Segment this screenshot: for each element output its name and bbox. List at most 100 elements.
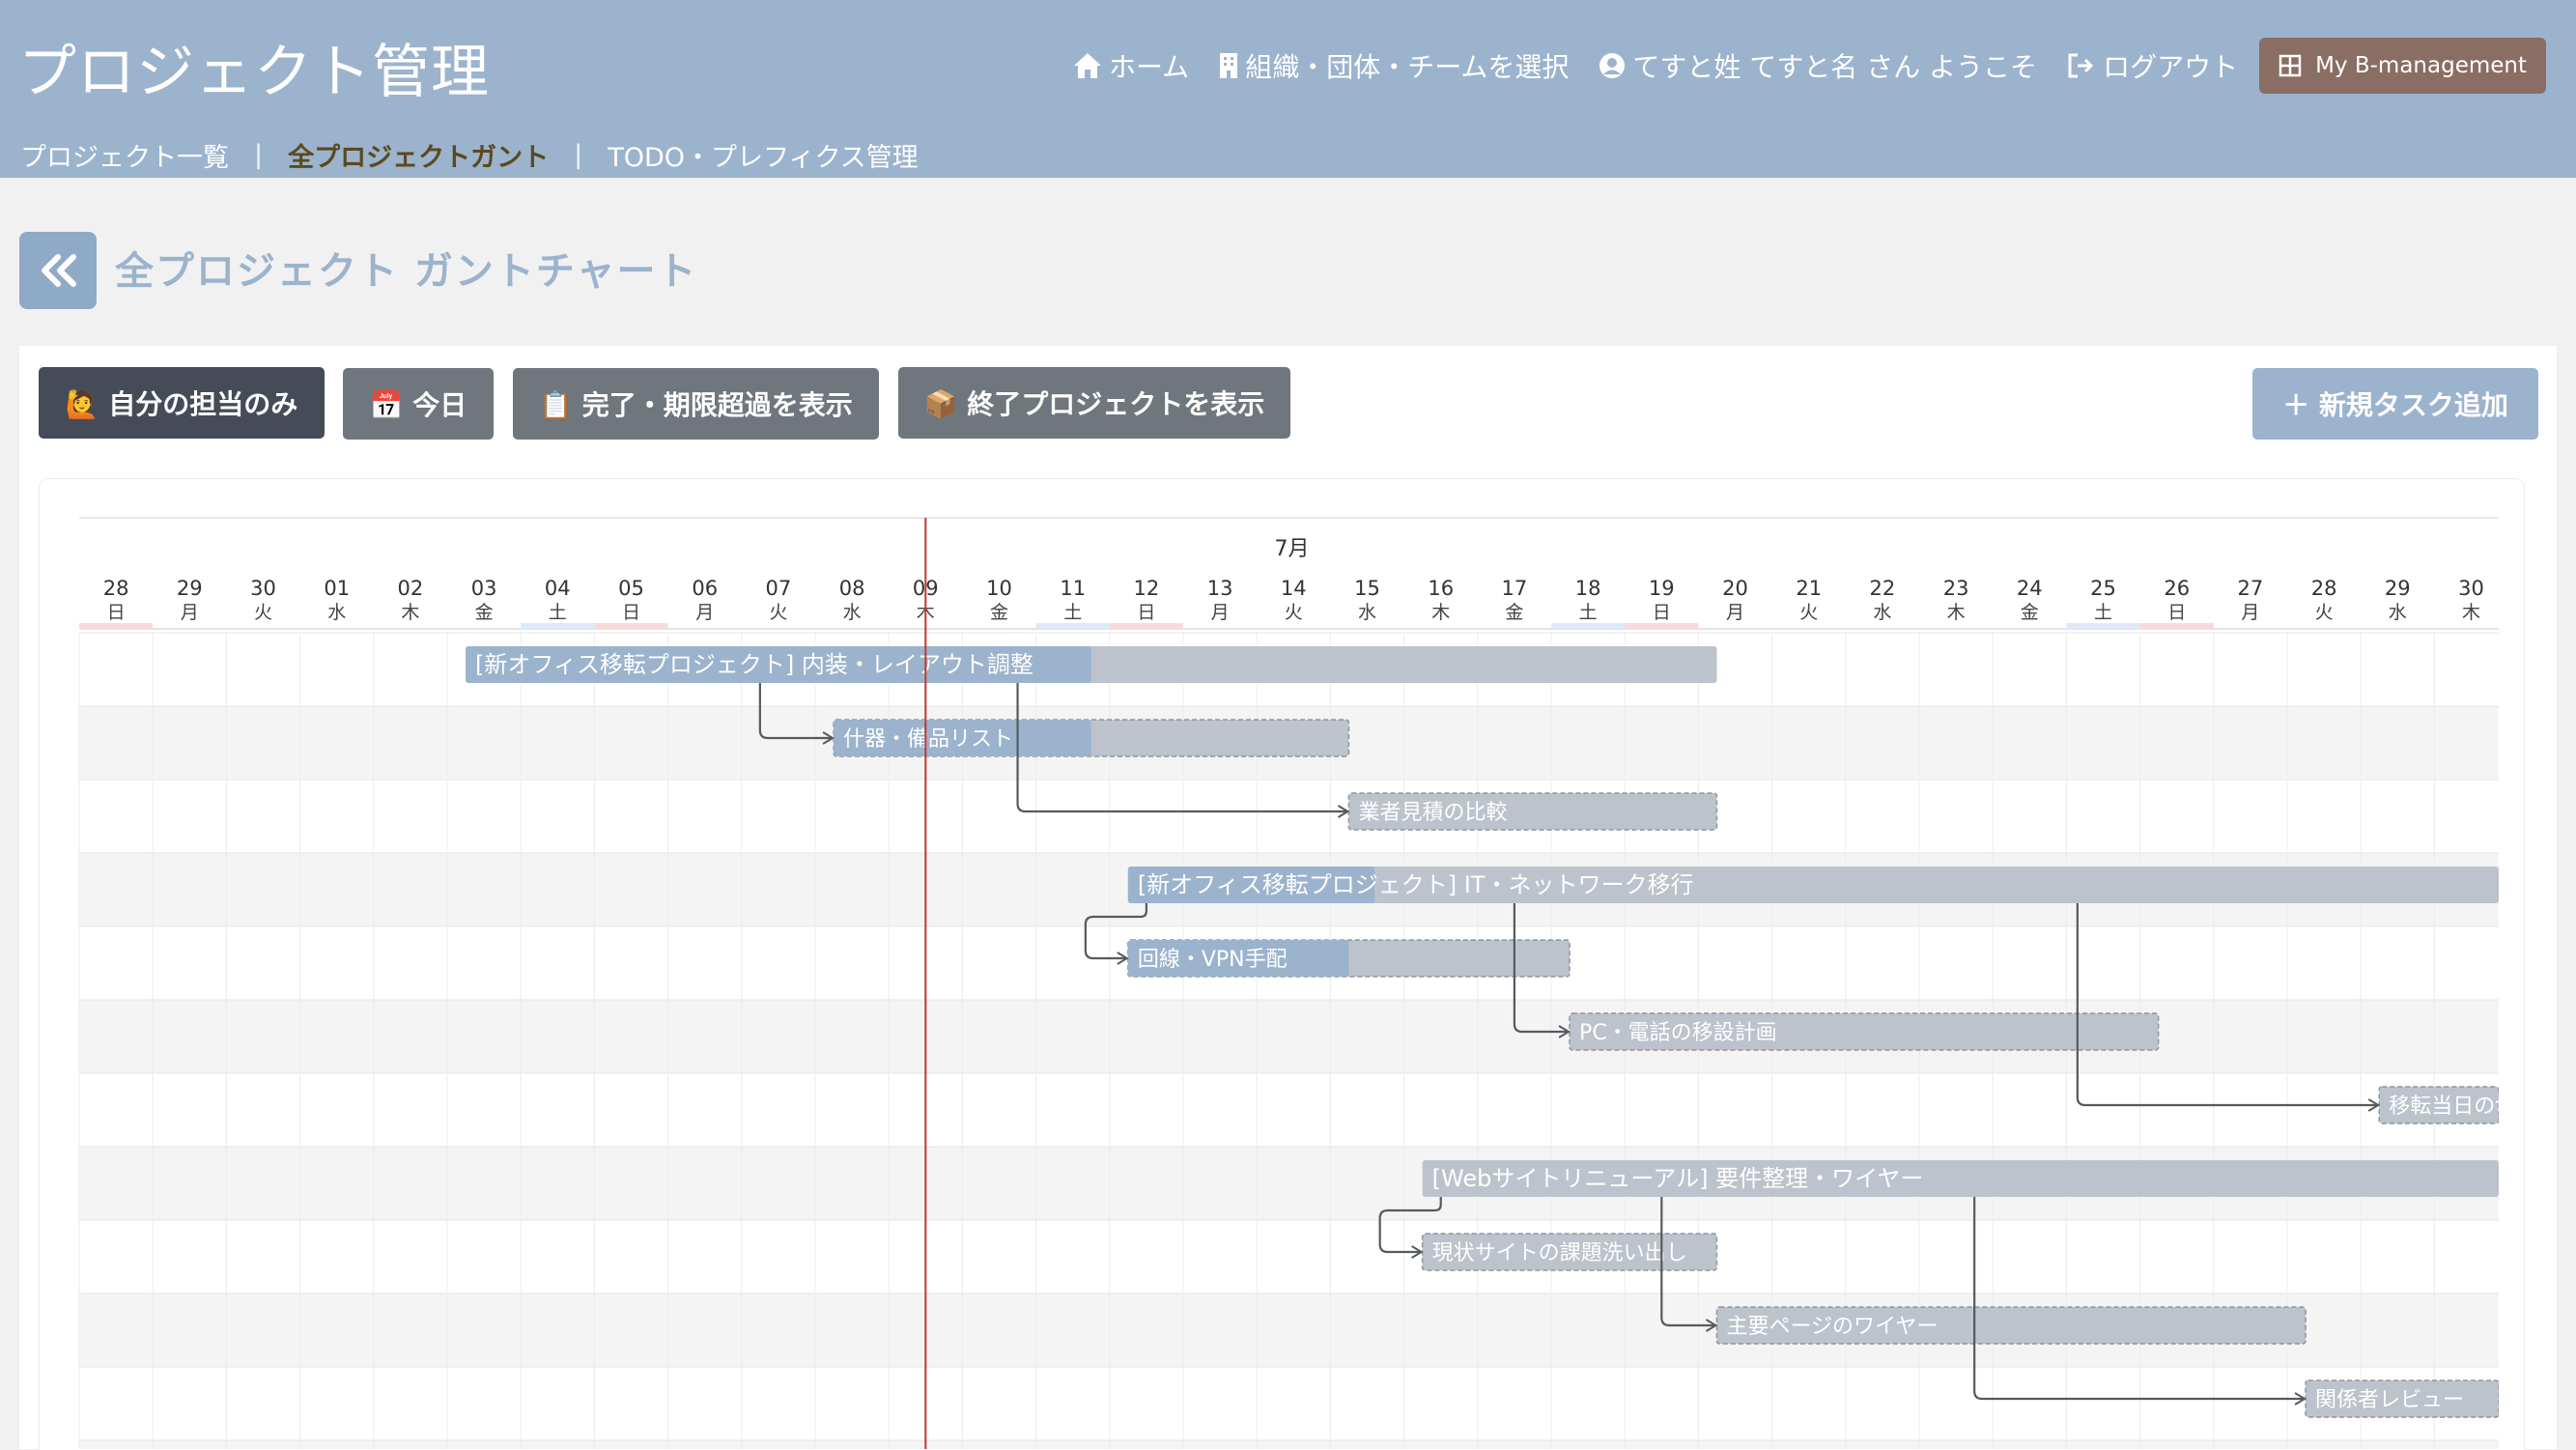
gantt-bar[interactable]: [新オフィス移転プロジェクト] IT・ネットワーク移行 — [1127, 867, 2499, 903]
gantt-day-weekday: 月 — [695, 602, 714, 623]
gantt-day-weekday: 火 — [254, 602, 272, 623]
gantt-bar-label: 移転当日の切替 — [2389, 1095, 2537, 1119]
gantt-day-number: 08 — [839, 577, 865, 600]
gantt-day-number: 30 — [250, 577, 276, 600]
gantt-day-weekday: 火 — [2315, 602, 2334, 623]
gantt-bar-label: 業者見積の比較 — [1358, 801, 1507, 825]
gantt-row-bg — [79, 1367, 2499, 1440]
gantt-day-number: 04 — [545, 577, 571, 600]
gantt-row-bg — [79, 1220, 2499, 1294]
gantt-day-weekday: 水 — [1358, 602, 1376, 623]
gantt-bar-label: 回線・VPN手配 — [1138, 948, 1288, 972]
gantt-bar[interactable]: 関係者レビュー — [2305, 1379, 2499, 1418]
gantt-day-number: 29 — [2385, 577, 2411, 600]
gantt-day-number: 28 — [2311, 577, 2337, 600]
gantt-bar-label: 什器・備品リスト — [843, 727, 1013, 752]
gantt-row-bg — [79, 1073, 2499, 1147]
gantt-day-weekday: 木 — [401, 602, 419, 623]
gantt-day-number: 07 — [766, 577, 792, 600]
gantt-day-number: 19 — [1649, 577, 1675, 600]
gantt-day-weekday: 金 — [2021, 602, 2039, 623]
gantt-day-number: 26 — [2164, 577, 2190, 600]
gantt-day-weekday: 金 — [990, 602, 1008, 623]
gantt-day-number: 21 — [1796, 577, 1822, 600]
gantt-bar[interactable]: [新オフィス移転プロジェクト] 内装・レイアウト調整 — [466, 646, 1717, 683]
gantt-day-weekday: 木 — [2462, 602, 2480, 623]
gantt-day-weekday: 月 — [1726, 602, 1744, 623]
gantt-row-bg — [79, 1440, 2499, 1449]
gantt-day-weekday: 土 — [1063, 602, 1082, 623]
gantt-day-weekday: 水 — [843, 602, 862, 623]
gantt-day-number: 01 — [324, 577, 350, 600]
gantt-day-number: 30 — [2458, 577, 2484, 600]
gantt-bar[interactable]: 什器・備品リスト — [833, 719, 1350, 757]
gantt-month-label: 7月 — [1275, 537, 1310, 561]
gantt-day-weekday: 水 — [2389, 602, 2407, 623]
gantt-bar[interactable]: 移転当日の切替 — [2378, 1086, 2537, 1124]
gantt-bar-label: [Webサイトリニューアル] 要件整理・ワイヤー — [1432, 1165, 1924, 1192]
gantt-day-number: 10 — [986, 577, 1012, 600]
gantt-bar-label: [新オフィス移転プロジェクト] IT・ネットワーク移行 — [1138, 871, 1694, 898]
gantt-bar[interactable]: 回線・VPN手配 — [1127, 939, 1571, 978]
gantt-day-number: 17 — [1502, 577, 1528, 600]
gantt-weekend-marker — [79, 623, 154, 629]
gantt-day-weekday: 日 — [107, 602, 126, 623]
gantt-weekend-marker — [2066, 623, 2140, 629]
gantt-day-number: 03 — [471, 577, 497, 600]
gantt-day-number: 29 — [177, 577, 203, 600]
gantt-bar[interactable]: 現状サイトの課題洗い出し — [1421, 1233, 1718, 1271]
gantt-day-weekday: 木 — [1947, 602, 1966, 623]
gantt-day-number: 05 — [618, 577, 644, 600]
gantt-day-number: 25 — [2090, 577, 2116, 600]
gantt-day-weekday: 日 — [1137, 602, 1155, 623]
gantt-bar-label: 主要ページのワイヤー — [1726, 1315, 1938, 1339]
gantt-day-weekday: 土 — [549, 602, 567, 623]
gantt-day-weekday: 土 — [1579, 602, 1598, 623]
gantt-weekend-marker — [1035, 623, 1110, 629]
gantt-day-number: 18 — [1575, 577, 1601, 600]
gantt-bar[interactable]: PC・電話の移設計画 — [1569, 1012, 2160, 1051]
gantt-day-weekday: 火 — [1285, 602, 1303, 623]
gantt-day-number: 22 — [1870, 577, 1896, 600]
gantt-day-number: 16 — [1428, 577, 1454, 600]
gantt-day-number: 28 — [103, 577, 129, 600]
gantt-bar-label: 現状サイトの課題洗い出し — [1432, 1241, 1687, 1265]
gantt-day-number: 02 — [398, 577, 424, 600]
gantt-weekend-marker — [594, 623, 668, 629]
gantt-bar[interactable]: 主要ページのワイヤー — [1715, 1306, 2307, 1345]
gantt-bar[interactable]: 業者見積の比較 — [1347, 792, 1718, 831]
gantt-day-weekday: 月 — [1211, 602, 1230, 623]
gantt-bar-label: 関係者レビュー — [2315, 1388, 2464, 1412]
gantt-day-weekday: 日 — [622, 602, 640, 623]
gantt-day-number: 24 — [2017, 577, 2043, 600]
gantt-day-number: 27 — [2238, 577, 2264, 600]
gantt-day-number: 15 — [1354, 577, 1380, 600]
gantt-chart: 7月28日29月30火01水02木03金04土05日06月07火08水09木10… — [78, 517, 2537, 1449]
gantt-bar-label: [新オフィス移転プロジェクト] 内装・レイアウト調整 — [475, 651, 1033, 678]
gantt-day-weekday: 火 — [769, 602, 787, 623]
gantt-day-number: 14 — [1281, 577, 1307, 600]
gantt-day-number: 11 — [1060, 577, 1086, 600]
gantt-bar-label: PC・電話の移設計画 — [1579, 1021, 1777, 1045]
gantt-day-weekday: 金 — [1505, 602, 1523, 623]
gantt-day-number: 13 — [1207, 577, 1233, 600]
gantt-weekend-marker — [521, 623, 595, 629]
gantt-day-weekday: 木 — [1431, 602, 1450, 623]
gantt-day-weekday: 土 — [2094, 602, 2112, 623]
gantt-day-weekday: 月 — [2241, 602, 2259, 623]
gantt-day-weekday: 水 — [1873, 602, 1891, 623]
gantt-day-weekday: 日 — [1653, 602, 1671, 623]
gantt-day-weekday: 火 — [1799, 602, 1818, 623]
gantt-weekend-marker — [1625, 623, 1699, 629]
gantt-row-bg — [79, 780, 2499, 853]
gantt-day-weekday: 日 — [2167, 602, 2186, 623]
gantt-bar[interactable]: [Webサイトリニューアル] 要件整理・ワイヤー — [1422, 1160, 2499, 1197]
gantt-day-weekday: 金 — [475, 602, 494, 623]
gantt-day-number: 12 — [1134, 577, 1160, 600]
gantt-weekend-marker — [2139, 623, 2214, 629]
gantt-day-weekday: 水 — [327, 602, 346, 623]
gantt-day-number: 20 — [1722, 577, 1748, 600]
gantt-weekend-marker — [1551, 623, 1626, 629]
gantt-weekend-marker — [1109, 623, 1183, 629]
gantt-day-number: 23 — [1943, 577, 1969, 600]
